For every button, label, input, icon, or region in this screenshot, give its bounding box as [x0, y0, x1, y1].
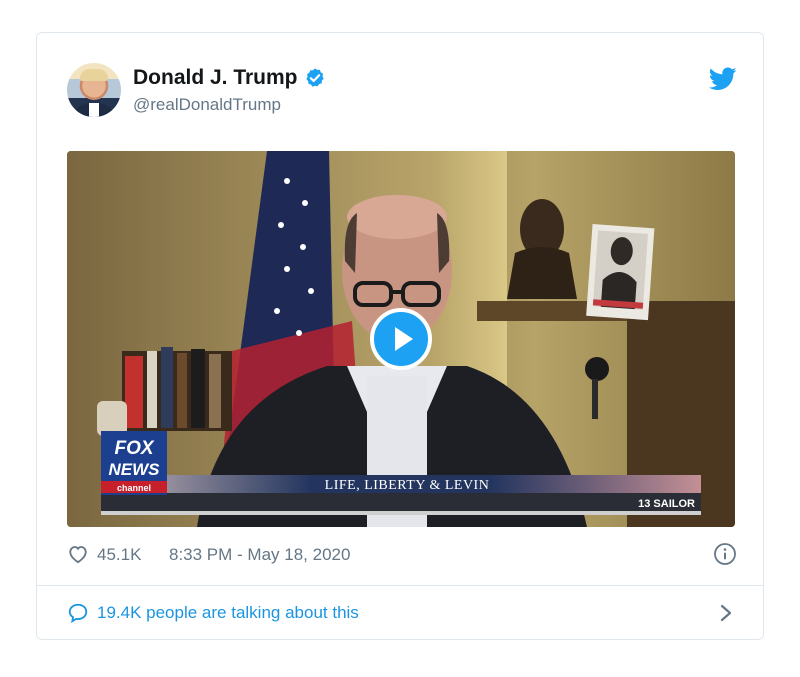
- video-player[interactable]: FOX NEWS channel LIFE, LIBERTY & LEVIN 1…: [67, 151, 735, 527]
- speech-bubble-icon: [68, 603, 88, 624]
- avatar[interactable]: [67, 63, 121, 117]
- conversation-link[interactable]: 19.4K people are talking about this: [97, 603, 359, 623]
- author-display-name[interactable]: Donald J. Trump: [133, 66, 298, 90]
- tweet-header: Donald J. Trump @realDonaldTrump: [67, 63, 737, 119]
- logo-line1: FOX: [114, 438, 154, 459]
- verified-badge-icon: [305, 68, 324, 87]
- logo-line2: NEWS: [109, 460, 161, 479]
- lower-third-right: 13 SAILOR: [638, 498, 695, 510]
- heart-icon[interactable]: [67, 544, 89, 564]
- tweet-timestamp[interactable]: 8:33 PM - May 18, 2020: [169, 545, 350, 565]
- divider: [37, 585, 763, 586]
- show-title: LIFE, LIBERTY & LEVIN: [325, 478, 490, 493]
- logo-line3: channel: [117, 483, 151, 493]
- author-name-row: Donald J. Trump: [133, 65, 326, 91]
- chevron-right-icon[interactable]: [719, 603, 733, 623]
- play-button[interactable]: [370, 308, 432, 370]
- like-count[interactable]: 45.1K: [97, 545, 141, 565]
- tweet-footer[interactable]: 19.4K people are talking about this: [67, 599, 737, 627]
- tweet-embed-card: Donald J. Trump @realDonaldTrump FOX NEW…: [36, 32, 764, 640]
- author-handle[interactable]: @realDonaldTrump: [133, 95, 281, 115]
- twitter-bird-icon[interactable]: [709, 67, 737, 91]
- play-icon: [394, 327, 413, 351]
- info-icon[interactable]: [713, 542, 737, 566]
- tweet-meta: 45.1K 8:33 PM - May 18, 2020: [67, 541, 737, 569]
